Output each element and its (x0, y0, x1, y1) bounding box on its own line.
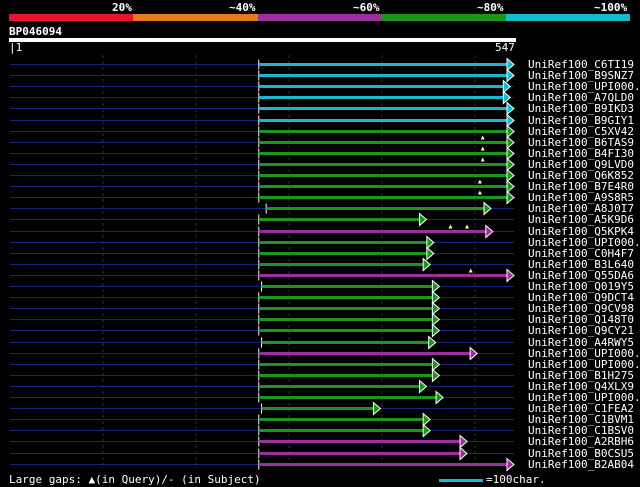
hit-arrow (506, 179, 515, 194)
hit-label[interactable]: UniRef100_C1FEA2 (528, 403, 634, 414)
gap-marker (480, 135, 485, 140)
hit-label[interactable]: UniRef100_A2RBH6 (528, 436, 634, 447)
hit-arrow (506, 135, 515, 150)
hit-arrow (506, 268, 515, 283)
hit-arrow (506, 113, 515, 128)
gap-marker (477, 179, 482, 184)
hit-label[interactable]: UniRef100_B2AB04 (528, 459, 634, 470)
hit-label[interactable]: UniRef100_Q9DCT4 (528, 292, 634, 303)
hit-label[interactable]: UniRef100_A5K9D6 (528, 214, 634, 225)
legend-large-gaps: Large gaps: ▲(in Query)/- (in Subject) (9, 473, 261, 486)
hit-label[interactable]: UniRef100_UPI000.. (528, 237, 640, 248)
gap-marker (480, 157, 485, 162)
hit-label[interactable]: UniRef100_A7QLD0 (528, 92, 634, 103)
hit-arrow (426, 246, 435, 261)
gap-marker (477, 190, 482, 195)
hit-arrow (459, 446, 468, 461)
hit-label[interactable]: UniRef100_C5XV42 (528, 126, 634, 137)
hit-label[interactable]: UniRef100_C6TI19 (528, 59, 634, 70)
hit-label[interactable]: UniRef100_C0H4F7 (528, 248, 634, 259)
hit-label[interactable]: UniRef100_UPI000.. (528, 81, 640, 92)
hit-arrow (483, 201, 492, 216)
hit-label[interactable]: UniRef100_B6TAS9 (528, 137, 634, 148)
hit-label[interactable]: UniRef100_B9GIY1 (528, 115, 634, 126)
legend-scale-line (439, 479, 483, 482)
hit-label[interactable]: UniRef100_Q4XLX9 (528, 381, 634, 392)
hit-label[interactable]: UniRef100_Q5KPK4 (528, 226, 634, 237)
hit-arrow (506, 157, 515, 172)
hit-label[interactable]: UniRef100_UPI000.. (528, 348, 640, 359)
hit-arrow (431, 301, 441, 316)
hit-label[interactable]: UniRef100_B9SNZ7 (528, 70, 634, 81)
hit-arrow (459, 434, 468, 449)
hit-arrow (506, 101, 515, 116)
hit-arrow (431, 357, 441, 372)
hit-arrow (431, 290, 441, 305)
hit-label[interactable]: UniRef100_UPI000.. (528, 392, 640, 403)
hit-arrow (485, 224, 494, 239)
hit-arrow (506, 57, 515, 72)
hit-label[interactable]: UniRef100_B7E4R0 (528, 181, 634, 192)
hit-label[interactable]: UniRef100_UPI000.. (528, 359, 640, 370)
hit-arrow (428, 335, 437, 350)
hit-label[interactable]: UniRef100_B3L640 (528, 259, 634, 270)
hit-label[interactable]: UniRef100_Q9LVD0 (528, 159, 634, 170)
hit-label[interactable]: UniRef100_C1BVM1 (528, 414, 634, 425)
hit-arrow (418, 212, 428, 227)
hit-arrow (506, 124, 515, 139)
hit-arrow (431, 323, 441, 338)
hit-arrow (426, 235, 435, 250)
gap-marker (468, 268, 473, 273)
hit-arrow (418, 379, 428, 394)
hit-arrow (506, 457, 515, 472)
hit-arrow (469, 346, 478, 361)
hit-label[interactable]: UniRef100_Q9CY21 (528, 325, 634, 336)
hit-arrow (506, 68, 515, 83)
hit-label[interactable]: UniRef100_B9IKD3 (528, 103, 634, 114)
hit-label[interactable]: UniRef100_C1BSV0 (528, 425, 634, 436)
hit-label[interactable]: UniRef100_A8J0I7 (528, 203, 634, 214)
hit-arrow (506, 168, 515, 183)
hit-label[interactable]: UniRef100_Q9CV98 (528, 303, 634, 314)
hit-arrow (435, 390, 444, 405)
hit-arrow (431, 368, 441, 383)
hit-label[interactable]: UniRef100_Q019Y5 (528, 281, 634, 292)
hit-label[interactable]: UniRef100_Q55DA6 (528, 270, 634, 281)
hit-label[interactable]: UniRef100_Q6K852 (528, 170, 634, 181)
hit-arrow (372, 401, 382, 416)
hit-arrow (431, 279, 441, 294)
gap-marker (465, 224, 470, 229)
hit-arrow (506, 146, 515, 161)
hit-label[interactable]: UniRef100_B1H275 (528, 370, 634, 381)
hit-arrow (431, 312, 441, 327)
legend-scale-note: =100char. (486, 473, 546, 486)
hit-arrow (506, 190, 515, 205)
hit-label[interactable]: UniRef100_A9S8R5 (528, 192, 634, 203)
hit-arrow (422, 412, 431, 427)
hit-label[interactable]: UniRef100_A4RWY5 (528, 337, 634, 348)
gap-marker (448, 224, 453, 229)
hit-label[interactable]: UniRef100_B0CSU5 (528, 448, 634, 459)
hit-label[interactable]: UniRef100_Q148T0 (528, 314, 634, 325)
hit-arrow (422, 423, 431, 438)
hit-label[interactable]: UniRef100_B4FI30 (528, 148, 634, 159)
gap-marker (480, 146, 485, 151)
